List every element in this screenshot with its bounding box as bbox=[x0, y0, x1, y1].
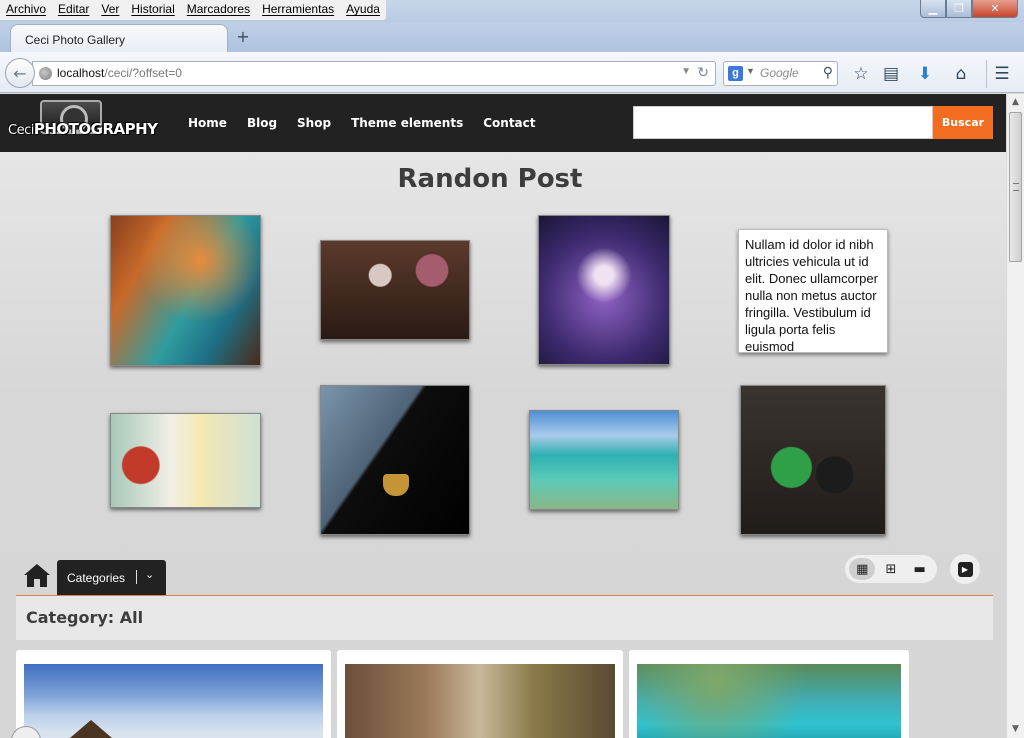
post-thumbnail-fantasy-dragon[interactable] bbox=[110, 215, 261, 366]
google-icon: g bbox=[728, 66, 743, 81]
buscar-button[interactable]: Buscar bbox=[933, 106, 993, 139]
url-bar[interactable]: localhost/ceci/?offset=0 ▼ ↻ bbox=[32, 61, 716, 86]
chevron-down-icon: ⌄ bbox=[145, 569, 155, 581]
logo-text: CeciPHOTOGRAPHY bbox=[8, 120, 158, 138]
menu-herramientas[interactable]: Herramientas bbox=[256, 0, 340, 20]
view-mode-toggle: ▦ ⊞ ▬ bbox=[845, 555, 937, 583]
search-placeholder: Google bbox=[760, 66, 799, 80]
globe-icon bbox=[39, 67, 52, 80]
logo-photography: PHOTOGRAPHY bbox=[33, 120, 158, 138]
category-heading: Category: All bbox=[16, 596, 993, 640]
gallery-card-image-beach-hut[interactable] bbox=[24, 664, 323, 738]
reading-list-icon[interactable]: ▤ bbox=[881, 64, 901, 84]
url-host: localhost bbox=[57, 66, 105, 80]
new-tab-button[interactable]: + bbox=[234, 28, 252, 46]
nav-theme-elements[interactable]: Theme elements bbox=[351, 116, 463, 130]
grid-large-icon[interactable]: ▦ bbox=[849, 558, 876, 580]
star-icon[interactable]: ☆ bbox=[851, 64, 871, 84]
post-thumbnail-dark-abstract[interactable] bbox=[320, 385, 470, 535]
scroll-up-arrow-icon[interactable]: ▲ bbox=[1007, 94, 1024, 111]
maximize-button[interactable]: ❐ bbox=[946, 0, 972, 18]
search-engine-dropdown-icon[interactable]: ▼ bbox=[746, 66, 755, 76]
logo-ceci: Ceci bbox=[8, 123, 34, 138]
gallery-card[interactable] bbox=[629, 650, 909, 738]
gallery-home-icon[interactable] bbox=[22, 562, 52, 588]
minimize-button[interactable]: ▁ bbox=[920, 0, 946, 18]
site-logo[interactable]: CeciPHOTOGRAPHY bbox=[8, 100, 158, 146]
menu-ayuda[interactable]: Ayuda bbox=[340, 0, 386, 20]
page-scrollbar[interactable]: ▲ ▼ bbox=[1006, 94, 1024, 738]
menu-ver[interactable]: Ver bbox=[95, 0, 125, 20]
post-thumbnail-fantasy-woman[interactable] bbox=[538, 215, 670, 365]
random-post-title: Randon Post bbox=[397, 164, 583, 194]
gallery-card-image-market[interactable] bbox=[345, 664, 615, 738]
slideshow-play-button[interactable]: ▶ bbox=[950, 554, 980, 584]
menu-marcadores[interactable]: Marcadores bbox=[181, 0, 256, 20]
reload-icon[interactable]: ↻ bbox=[697, 64, 709, 81]
magnifier-icon[interactable]: ⚲ bbox=[823, 64, 833, 81]
back-arrow-icon: ← bbox=[13, 63, 27, 83]
tab-strip: Ceci Photo Gallery + bbox=[0, 22, 1024, 52]
window-controls: ▁ ❐ ✕ bbox=[920, 0, 1018, 18]
back-button[interactable]: ← bbox=[5, 58, 35, 88]
menu-bar: Archivo Editar Ver Historial Marcadores … bbox=[0, 0, 386, 20]
grid-small-icon[interactable]: ⊞ bbox=[878, 558, 904, 580]
filmstrip-icon[interactable]: ▬ bbox=[907, 558, 933, 580]
navigation-toolbar: localhost/ceci/?offset=0 ▼ ↻ ← g ▼ Googl… bbox=[0, 52, 1024, 93]
url-dropdown-icon[interactable]: ▼ bbox=[681, 66, 691, 77]
close-window-button[interactable]: ✕ bbox=[972, 0, 1018, 18]
url-path: /ceci/?offset=0 bbox=[104, 66, 182, 80]
play-icon: ▶ bbox=[957, 561, 973, 577]
tab-ceci-photo-gallery[interactable]: Ceci Photo Gallery bbox=[10, 24, 228, 52]
categories-separator bbox=[136, 570, 137, 584]
post-thumbnail-family-photo[interactable] bbox=[320, 240, 470, 340]
scroll-grip-icon bbox=[1013, 183, 1019, 191]
categories-label: Categories bbox=[67, 571, 126, 585]
nav-contact[interactable]: Contact bbox=[483, 116, 535, 130]
site-search-input[interactable] bbox=[633, 106, 933, 139]
post-thumbnail-couple-photo[interactable] bbox=[740, 385, 886, 535]
browser-search-input[interactable]: g ▼ Google ⚲ bbox=[723, 61, 838, 86]
post-thumbnail-cartoon[interactable] bbox=[110, 413, 261, 508]
post-quote-card[interactable]: Nullam id dolor id nibh ultricies vehicu… bbox=[738, 229, 888, 353]
main-nav: Home Blog Shop Theme elements Contact bbox=[188, 116, 556, 130]
page-viewport: CeciPHOTOGRAPHY Home Blog Shop Theme ele… bbox=[0, 94, 1006, 738]
site-header: CeciPHOTOGRAPHY Home Blog Shop Theme ele… bbox=[0, 94, 1006, 152]
post-thumbnail-beach-pier[interactable] bbox=[529, 410, 679, 510]
download-arrow-icon[interactable]: ⬇ bbox=[915, 64, 935, 84]
toolbar-separator bbox=[986, 60, 987, 88]
nav-shop[interactable]: Shop bbox=[297, 116, 331, 130]
menu-archivo[interactable]: Archivo bbox=[0, 0, 52, 20]
scroll-thumb[interactable] bbox=[1009, 112, 1022, 262]
scroll-down-arrow-icon[interactable]: ▼ bbox=[1007, 721, 1024, 738]
hamburger-menu-icon[interactable]: ☰ bbox=[992, 64, 1012, 84]
nav-blog[interactable]: Blog bbox=[247, 116, 277, 130]
gallery-card[interactable] bbox=[16, 650, 331, 738]
gallery-card-image-lagoon[interactable] bbox=[637, 664, 901, 738]
categories-dropdown-button[interactable]: Categories ⌄ bbox=[57, 560, 166, 595]
nav-home[interactable]: Home bbox=[188, 116, 227, 130]
menu-historial[interactable]: Historial bbox=[125, 0, 180, 20]
home-icon[interactable]: ⌂ bbox=[951, 64, 971, 84]
menu-editar[interactable]: Editar bbox=[52, 0, 95, 20]
gallery-card[interactable] bbox=[337, 650, 623, 738]
